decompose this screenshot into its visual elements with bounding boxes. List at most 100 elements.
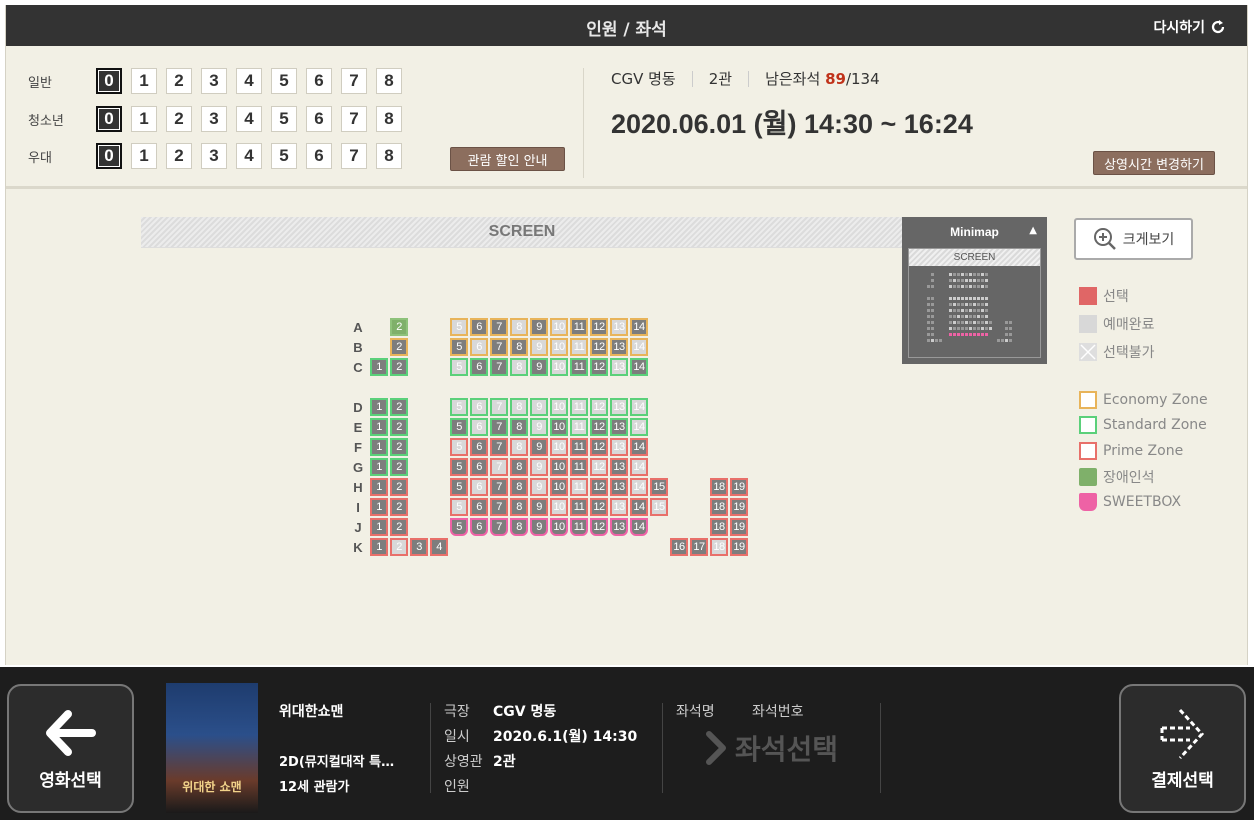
seat-E8[interactable]: 8	[510, 418, 528, 436]
seat-J19[interactable]: 19	[730, 518, 748, 536]
count-button-2[interactable]: 2	[166, 106, 192, 132]
seat-B13[interactable]: 13	[610, 338, 628, 356]
seat-I19[interactable]: 19	[730, 498, 748, 516]
count-button-0[interactable]: 0	[96, 106, 122, 132]
seat-F2[interactable]: 2	[390, 438, 408, 456]
seat-F12[interactable]: 12	[590, 438, 608, 456]
seat-B5[interactable]: 5	[450, 338, 468, 356]
seat-B2[interactable]: 2	[390, 338, 408, 356]
seat-G2[interactable]: 2	[390, 458, 408, 476]
seat-A12[interactable]: 12	[590, 318, 608, 336]
count-button-6[interactable]: 6	[306, 68, 332, 94]
count-button-4[interactable]: 4	[236, 143, 262, 169]
seat-H11[interactable]: 11	[570, 478, 588, 496]
seat-H8[interactable]: 8	[510, 478, 528, 496]
seat-E6[interactable]: 6	[470, 418, 488, 436]
seat-C10[interactable]: 10	[550, 358, 568, 376]
seat-G11[interactable]: 11	[570, 458, 588, 476]
seat-C12[interactable]: 12	[590, 358, 608, 376]
reset-button[interactable]: 다시하기	[1153, 17, 1227, 37]
seat-H7[interactable]: 7	[490, 478, 508, 496]
seat-E2[interactable]: 2	[390, 418, 408, 436]
seat-J18[interactable]: 18	[710, 518, 728, 536]
count-button-5[interactable]: 5	[271, 143, 297, 169]
count-button-2[interactable]: 2	[166, 68, 192, 94]
seat-C5[interactable]: 5	[450, 358, 468, 376]
seat-H12[interactable]: 12	[590, 478, 608, 496]
seat-G5[interactable]: 5	[450, 458, 468, 476]
seat-D10[interactable]: 10	[550, 398, 568, 416]
seat-B7[interactable]: 7	[490, 338, 508, 356]
seat-A10[interactable]: 10	[550, 318, 568, 336]
count-button-5[interactable]: 5	[271, 68, 297, 94]
seat-J9[interactable]: 9	[530, 518, 548, 536]
seat-D13[interactable]: 13	[610, 398, 628, 416]
seat-J10[interactable]: 10	[550, 518, 568, 536]
seat-I5[interactable]: 5	[450, 498, 468, 516]
seat-G13[interactable]: 13	[610, 458, 628, 476]
seat-J12[interactable]: 12	[590, 518, 608, 536]
count-button-7[interactable]: 7	[341, 106, 367, 132]
seat-F6[interactable]: 6	[470, 438, 488, 456]
seat-I1[interactable]: 1	[370, 498, 388, 516]
seat-G9[interactable]: 9	[530, 458, 548, 476]
seat-E13[interactable]: 13	[610, 418, 628, 436]
count-button-6[interactable]: 6	[306, 143, 332, 169]
seat-H19[interactable]: 19	[730, 478, 748, 496]
seat-H10[interactable]: 10	[550, 478, 568, 496]
count-button-2[interactable]: 2	[166, 143, 192, 169]
prev-step-button[interactable]: 영화선택	[7, 684, 134, 813]
seat-I14[interactable]: 14	[630, 498, 648, 516]
seat-E14[interactable]: 14	[630, 418, 648, 436]
count-button-3[interactable]: 3	[201, 143, 227, 169]
next-step-button[interactable]: 결제선택	[1119, 684, 1246, 813]
seat-I15[interactable]: 15	[650, 498, 668, 516]
seat-C11[interactable]: 11	[570, 358, 588, 376]
seat-E1[interactable]: 1	[370, 418, 388, 436]
seat-G10[interactable]: 10	[550, 458, 568, 476]
count-button-3[interactable]: 3	[201, 68, 227, 94]
seat-A13[interactable]: 13	[610, 318, 628, 336]
seat-F10[interactable]: 10	[550, 438, 568, 456]
seat-F1[interactable]: 1	[370, 438, 388, 456]
seat-G14[interactable]: 14	[630, 458, 648, 476]
seat-D14[interactable]: 14	[630, 398, 648, 416]
seat-E9[interactable]: 9	[530, 418, 548, 436]
seat-J13[interactable]: 13	[610, 518, 628, 536]
count-button-0[interactable]: 0	[96, 143, 122, 169]
seat-D2[interactable]: 2	[390, 398, 408, 416]
seat-K16[interactable]: 16	[670, 538, 688, 556]
count-button-1[interactable]: 1	[131, 143, 157, 169]
seat-K3[interactable]: 3	[410, 538, 428, 556]
count-button-8[interactable]: 8	[376, 106, 402, 132]
seat-C1[interactable]: 1	[370, 358, 388, 376]
seat-A5[interactable]: 5	[450, 318, 468, 336]
seat-B10[interactable]: 10	[550, 338, 568, 356]
seat-C7[interactable]: 7	[490, 358, 508, 376]
seat-K17[interactable]: 17	[690, 538, 708, 556]
seat-E11[interactable]: 11	[570, 418, 588, 436]
seat-A8[interactable]: 8	[510, 318, 528, 336]
seat-I12[interactable]: 12	[590, 498, 608, 516]
seat-G8[interactable]: 8	[510, 458, 528, 476]
seat-K4[interactable]: 4	[430, 538, 448, 556]
seat-I6[interactable]: 6	[470, 498, 488, 516]
seat-F9[interactable]: 9	[530, 438, 548, 456]
count-button-5[interactable]: 5	[271, 106, 297, 132]
seat-J8[interactable]: 8	[510, 518, 528, 536]
collapse-caret-icon[interactable]: ▲	[1029, 225, 1037, 236]
seat-F11[interactable]: 11	[570, 438, 588, 456]
seat-A6[interactable]: 6	[470, 318, 488, 336]
seat-A7[interactable]: 7	[490, 318, 508, 336]
seat-E12[interactable]: 12	[590, 418, 608, 436]
seat-I11[interactable]: 11	[570, 498, 588, 516]
seat-D11[interactable]: 11	[570, 398, 588, 416]
count-button-6[interactable]: 6	[306, 106, 332, 132]
seat-A2[interactable]: 2	[390, 318, 408, 336]
seat-F5[interactable]: 5	[450, 438, 468, 456]
seat-D12[interactable]: 12	[590, 398, 608, 416]
seat-H18[interactable]: 18	[710, 478, 728, 496]
seat-G7[interactable]: 7	[490, 458, 508, 476]
seat-C6[interactable]: 6	[470, 358, 488, 376]
seat-E10[interactable]: 10	[550, 418, 568, 436]
